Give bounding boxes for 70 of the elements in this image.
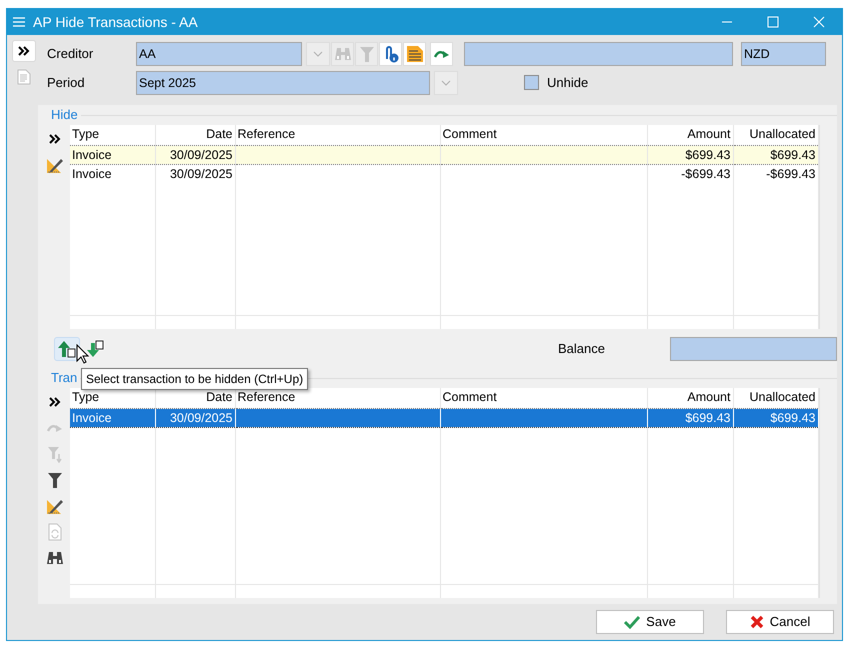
table-cell: $699.43 <box>647 408 733 428</box>
binoculars-icon <box>46 550 64 566</box>
notes-button[interactable] <box>403 42 426 66</box>
column-header[interactable]: Type <box>70 125 155 145</box>
down-arrow-document-icon <box>86 340 106 358</box>
table-cell: $699.43 <box>733 145 818 165</box>
unhide-checkbox[interactable] <box>524 75 539 90</box>
table-cell: Invoice <box>70 145 155 165</box>
expand-button[interactable] <box>12 40 36 62</box>
table-cell: -$699.43 <box>647 164 733 184</box>
table-row[interactable]: Invoice 30/09/2025 $699.43 $699.43 <box>70 145 818 165</box>
window-title: AP Hide Transactions - AA <box>33 12 199 32</box>
column-header[interactable]: Reference <box>235 125 440 145</box>
move-up-button[interactable] <box>54 336 80 360</box>
mouse-pointer-icon <box>76 344 90 364</box>
set-square-pencil-icon <box>46 156 64 174</box>
expand-icon <box>48 134 60 144</box>
dropdown-caret-icon <box>441 80 451 86</box>
field-label: Creditor <box>47 44 94 63</box>
save-button[interactable]: Save <box>596 610 704 634</box>
checkbox-label: Unhide <box>547 74 588 92</box>
table-cell: Invoice <box>70 408 155 428</box>
group-title: Hide <box>51 106 79 124</box>
column-header[interactable]: Unallocated <box>733 125 818 145</box>
menu-icon <box>13 17 25 27</box>
expand-icon <box>18 46 30 56</box>
column-header[interactable]: Unallocated <box>733 388 818 408</box>
filter-icon <box>46 471 62 489</box>
column-header[interactable]: Comment <box>440 388 647 408</box>
notes-icon <box>406 44 424 62</box>
attachment-info-button[interactable] <box>379 42 402 66</box>
expand-icon <box>48 397 60 407</box>
column-header[interactable]: Comment <box>440 125 647 145</box>
filter-icon <box>358 44 374 62</box>
creditor-field[interactable]: AA <box>136 42 302 66</box>
table-row[interactable]: Invoice 30/09/2025 -$699.43 -$699.43 <box>70 164 818 184</box>
document-icon <box>17 69 31 85</box>
table-cell: $699.43 <box>733 408 818 428</box>
set-square-pencil-icon <box>46 497 64 515</box>
up-arrow-document-icon <box>57 340 77 358</box>
table-cell: 30/09/2025 <box>155 145 235 165</box>
currency-field[interactable]: NZD <box>741 42 826 66</box>
redo-arrow-icon <box>434 48 450 58</box>
dropdown-caret-icon <box>313 50 323 56</box>
redo-button[interactable] <box>430 42 453 66</box>
close-icon <box>750 615 764 629</box>
balance-label: Balance <box>558 340 606 358</box>
column-header[interactable]: Amount <box>647 388 733 408</box>
redo-arrow-icon <box>46 423 62 433</box>
table-cell: 30/09/2025 <box>155 164 235 184</box>
balance-field[interactable] <box>670 336 837 360</box>
check-icon <box>624 615 640 629</box>
field-label: Period <box>47 74 86 92</box>
column-header[interactable]: Date <box>155 125 235 145</box>
table-cell: Invoice <box>70 164 155 184</box>
binoculars-icon <box>334 46 352 62</box>
column-header[interactable]: Amount <box>647 125 733 145</box>
cancel-button[interactable]: Cancel <box>726 610 834 634</box>
table-row[interactable]: Invoice 30/09/2025 $699.43 $699.43 <box>70 408 818 428</box>
document-refresh-icon <box>48 523 62 541</box>
close-icon <box>812 16 826 28</box>
period-field[interactable]: Sept 2025 <box>136 70 430 94</box>
maximize-icon <box>766 16 780 28</box>
group-title: Tran <box>51 369 78 388</box>
table-cell: $699.43 <box>647 145 733 165</box>
table-cell: 30/09/2025 <box>155 408 235 428</box>
filter-down-icon <box>46 445 62 463</box>
tooltip: Select transaction to be hidden (Ctrl+Up) <box>81 368 308 390</box>
table-cell: -$699.43 <box>733 164 818 184</box>
name-field[interactable] <box>464 42 733 66</box>
